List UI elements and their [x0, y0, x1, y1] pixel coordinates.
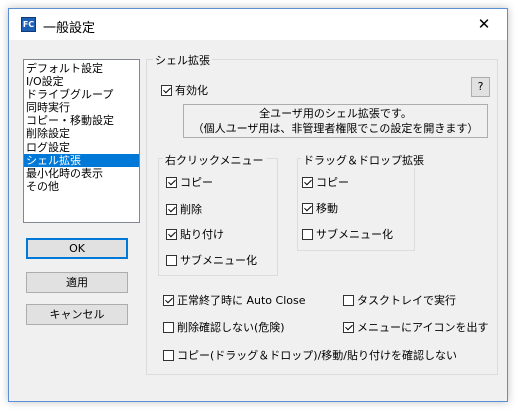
dd-copy-check-box[interactable]: [302, 177, 313, 188]
close-icon[interactable]: ✕: [461, 9, 507, 40]
right-click-title: 右クリックメニュー: [163, 152, 266, 168]
rc-submenu-checkbox[interactable]: サブメニュー化: [166, 252, 257, 268]
rc-copy-check-box[interactable]: [166, 177, 177, 188]
help-button[interactable]: ?: [471, 77, 490, 97]
info-line-1: 全ユーザ用のシェル拡張です。: [259, 107, 412, 120]
window-title: 一般設定: [43, 21, 96, 36]
category-list[interactable]: デフォルト設定 I/O設定 ドライブグループ 同時実行 コピー・移動設定 削除設…: [23, 59, 140, 223]
rc-submenu-label: サブメニュー化: [180, 254, 257, 267]
info-box: 全ユーザ用のシェル拡張です。 （個人ユーザ用は、非管理者権限でこの設定を開きます…: [183, 104, 488, 138]
no-copy-confirm-label: コピー(ドラッグ＆ドロップ)/移動/貼り付けを確認しない: [177, 349, 457, 362]
rc-delete-label: 削除: [180, 203, 202, 216]
title-bar: FC 一般設定 ✕: [9, 9, 507, 40]
enable-check-box[interactable]: [161, 85, 172, 96]
auto-close-check-box[interactable]: [163, 295, 174, 306]
list-item-copy-move[interactable]: コピー・移動設定: [24, 114, 139, 127]
rc-delete-checkbox[interactable]: 削除: [166, 201, 202, 217]
dd-copy-label: コピー: [316, 176, 349, 189]
rc-copy-label: コピー: [180, 176, 213, 189]
rc-paste-checkbox[interactable]: 貼り付け: [166, 226, 224, 242]
list-item-drive-group[interactable]: ドライブグループ: [24, 88, 139, 101]
apply-button[interactable]: 適用: [26, 272, 128, 293]
info-line-2: （個人ユーザ用は、非管理者権限でこの設定を開きます）: [192, 122, 479, 135]
auto-close-checkbox[interactable]: 正常終了時に Auto Close: [163, 292, 306, 308]
enable-label: 有効化: [175, 84, 208, 97]
rc-paste-check-box[interactable]: [166, 229, 177, 240]
list-item-other[interactable]: その他: [24, 180, 139, 193]
cancel-button[interactable]: キャンセル: [26, 304, 128, 325]
ok-button[interactable]: OK: [26, 238, 128, 259]
shell-extension-panel: シェル拡張 有効化 ? 全ユーザ用のシェル拡張です。 （個人ユーザ用は、非管理者…: [146, 52, 498, 375]
list-item-delete[interactable]: 削除設定: [24, 127, 139, 140]
list-item-shell-extension[interactable]: シェル拡張: [24, 153, 139, 167]
dd-move-checkbox[interactable]: 移動: [302, 200, 338, 216]
dd-copy-checkbox[interactable]: コピー: [302, 174, 349, 190]
list-item-io-settings[interactable]: I/O設定: [24, 75, 139, 88]
rc-paste-label: 貼り付け: [180, 228, 224, 241]
auto-close-label: 正常終了時に Auto Close: [177, 294, 306, 307]
menu-icon-checkbox[interactable]: メニューにアイコンを出す: [343, 319, 488, 335]
rc-copy-checkbox[interactable]: コピー: [166, 174, 213, 190]
dd-move-label: 移動: [316, 202, 338, 215]
no-delete-confirm-check-box[interactable]: [163, 322, 174, 333]
settings-dialog: FC 一般設定 ✕ デフォルト設定 I/O設定 ドライブグループ 同時実行 コピ…: [8, 8, 508, 402]
tasktray-check-box[interactable]: [343, 295, 354, 306]
dd-submenu-label: サブメニュー化: [316, 228, 393, 241]
list-item-concurrent[interactable]: 同時実行: [24, 101, 139, 114]
section-title: シェル拡張: [153, 52, 212, 68]
dd-submenu-check-box[interactable]: [302, 229, 313, 240]
enable-checkbox[interactable]: 有効化: [161, 82, 208, 98]
list-item-minimized-display[interactable]: 最小化時の表示: [24, 167, 139, 180]
menu-icon-label: メニューにアイコンを出す: [357, 321, 489, 334]
tasktray-label: タスクトレイで実行: [357, 294, 456, 307]
app-icon: FC: [21, 17, 36, 32]
rc-submenu-check-box[interactable]: [166, 255, 177, 266]
list-item-log[interactable]: ログ設定: [24, 141, 139, 154]
list-item-default-settings[interactable]: デフォルト設定: [24, 62, 139, 75]
no-delete-confirm-checkbox[interactable]: 削除確認しない(危険): [163, 319, 285, 335]
dd-move-check-box[interactable]: [302, 203, 313, 214]
tasktray-checkbox[interactable]: タスクトレイで実行: [343, 292, 456, 308]
no-copy-confirm-check-box[interactable]: [163, 350, 174, 361]
no-delete-confirm-label: 削除確認しない(危険): [177, 321, 285, 334]
no-copy-confirm-checkbox[interactable]: コピー(ドラッグ＆ドロップ)/移動/貼り付けを確認しない: [163, 347, 457, 363]
dd-submenu-checkbox[interactable]: サブメニュー化: [302, 226, 393, 242]
menu-icon-check-box[interactable]: [343, 322, 354, 333]
drag-drop-title: ドラッグ＆ドロップ拡張: [301, 152, 426, 168]
rc-delete-check-box[interactable]: [166, 204, 177, 215]
